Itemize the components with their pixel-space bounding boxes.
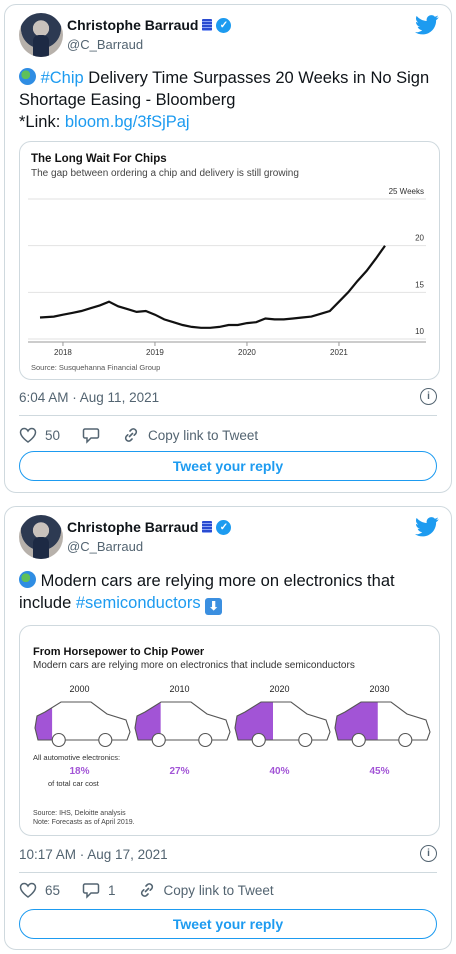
total-cost-label: of total car cost [48,779,100,788]
flag-emoji-icon [202,521,213,533]
chart-title: From Horsepower to Chip Power [33,646,205,658]
link-icon [140,883,153,897]
down-arrow-emoji-icon: ⬇ [205,598,223,615]
copy-link-label: Copy link to Tweet [148,427,259,443]
share-value-label: 40% [269,766,289,777]
reply-bubble-icon [82,427,100,444]
tweet-timestamp[interactable]: 10:17 AM · Aug 17, 2021 [19,847,168,862]
hashtag-link[interactable]: #semiconductors [76,594,201,612]
tweet-card[interactable]: Christophe Barraud ✓ @C_Barraud Modern c… [4,506,452,950]
car-wheel [198,732,213,748]
avatar[interactable] [19,515,63,559]
tweet-actions: 65 1 Copy link to Tweet [19,881,296,899]
like-button[interactable]: 50 [19,427,60,443]
tweet-card[interactable]: Christophe Barraud ✓ @C_Barraud #Chip De… [4,4,452,493]
electronics-share-fill [35,702,53,740]
share-value-label: 18% [69,766,89,777]
x-tick-label: 2020 [238,348,256,357]
series-line [39,245,386,329]
electronics-label: All automotive electronics: [33,753,120,762]
copy-link-label: Copy link to Tweet [163,882,274,898]
car-wheel [151,732,166,748]
reply-action[interactable] [82,427,100,444]
article-link[interactable]: bloom.bg/3fSjPaj [65,113,190,131]
y-tick-label: 10 [415,327,424,336]
x-tick-label: 2018 [54,348,72,357]
line-chart: The Long Wait For Chips The gap between … [28,153,426,372]
year-label: 2010 [169,684,189,694]
chart-source: Source: IHS, Deloitte analysis [33,810,126,817]
chart-title: The Long Wait For Chips [31,153,167,165]
tweet-reply-button[interactable]: Tweet your reply [19,909,437,939]
y-tick-label: 25 Weeks [389,187,424,196]
flag-emoji-icon [202,19,213,31]
chart-source: Source: Susquehanna Financial Group [31,363,160,372]
car-wheel [351,732,366,748]
copy-link-button[interactable]: Copy link to Tweet [138,881,274,899]
link-icon [124,428,138,442]
verified-badge-icon: ✓ [216,17,232,33]
share-value-label: 27% [169,766,189,777]
x-tick-label: 2019 [146,348,164,357]
info-icon[interactable]: i [420,845,437,862]
year-label: 2000 [69,684,89,694]
heart-icon [19,427,37,443]
author-handle[interactable]: @C_Barraud [67,37,143,52]
chart-subtitle: The gap between ordering a chip and deli… [31,168,299,179]
twitter-bird-icon[interactable] [415,517,439,537]
author-name-text[interactable]: Christophe Barraud [67,17,198,33]
car-wheel [298,732,313,748]
share-value-label: 45% [369,766,389,777]
verified-badge-icon: ✓ [216,519,232,535]
tweet-actions: 50 Copy link to Tweet [19,426,280,444]
chart-note: Note: Forecasts as of April 2019. [33,819,135,826]
year-label: 2020 [269,684,289,694]
globe-emoji-icon [19,68,36,85]
car-chart: From Horsepower to Chip Power Modern car… [33,646,431,826]
like-button[interactable]: 65 [19,882,60,898]
x-tick-label: 2021 [330,348,348,357]
link-prefix: *Link: [19,113,65,131]
reply-count: 1 [108,882,116,898]
divider [19,872,437,873]
tweet-text: #Chip Delivery Time Surpasses 20 Weeks i… [19,67,439,133]
tweet-reply-button[interactable]: Tweet your reply [19,451,437,481]
copy-link-button[interactable]: Copy link to Tweet [122,426,258,444]
like-count: 65 [45,882,61,898]
chart-subtitle: Modern cars are relying more on electron… [33,660,355,671]
y-tick-label: 15 [415,280,424,289]
author-handle[interactable]: @C_Barraud [67,539,143,554]
hashtag-link[interactable]: #Chip [41,69,84,87]
heart-icon [19,882,37,898]
author-name-text[interactable]: Christophe Barraud [67,519,198,535]
chart-image-card[interactable]: The Long Wait For Chips The gap between … [19,141,440,380]
twitter-bird-icon[interactable] [415,15,439,35]
reply-bubble-icon [82,882,100,899]
tweet-text: Modern cars are relying more on electron… [19,570,439,615]
car-wheel [98,732,113,748]
chart-image-card[interactable]: From Horsepower to Chip Power Modern car… [19,625,440,836]
car-wheel [251,732,266,748]
info-icon[interactable]: i [420,388,437,405]
like-count: 50 [45,427,61,443]
car-wheel [51,732,66,748]
author-name[interactable]: Christophe Barraud ✓ [67,519,232,535]
divider [19,415,437,416]
reply-action[interactable]: 1 [82,882,116,899]
globe-emoji-icon [19,571,36,588]
tweet-timestamp[interactable]: 6:04 AM · Aug 11, 2021 [19,390,159,405]
author-name[interactable]: Christophe Barraud ✓ [67,17,232,33]
car-wheel [398,732,413,748]
y-tick-label: 20 [415,234,424,243]
year-label: 2030 [369,684,389,694]
avatar[interactable] [19,13,63,57]
